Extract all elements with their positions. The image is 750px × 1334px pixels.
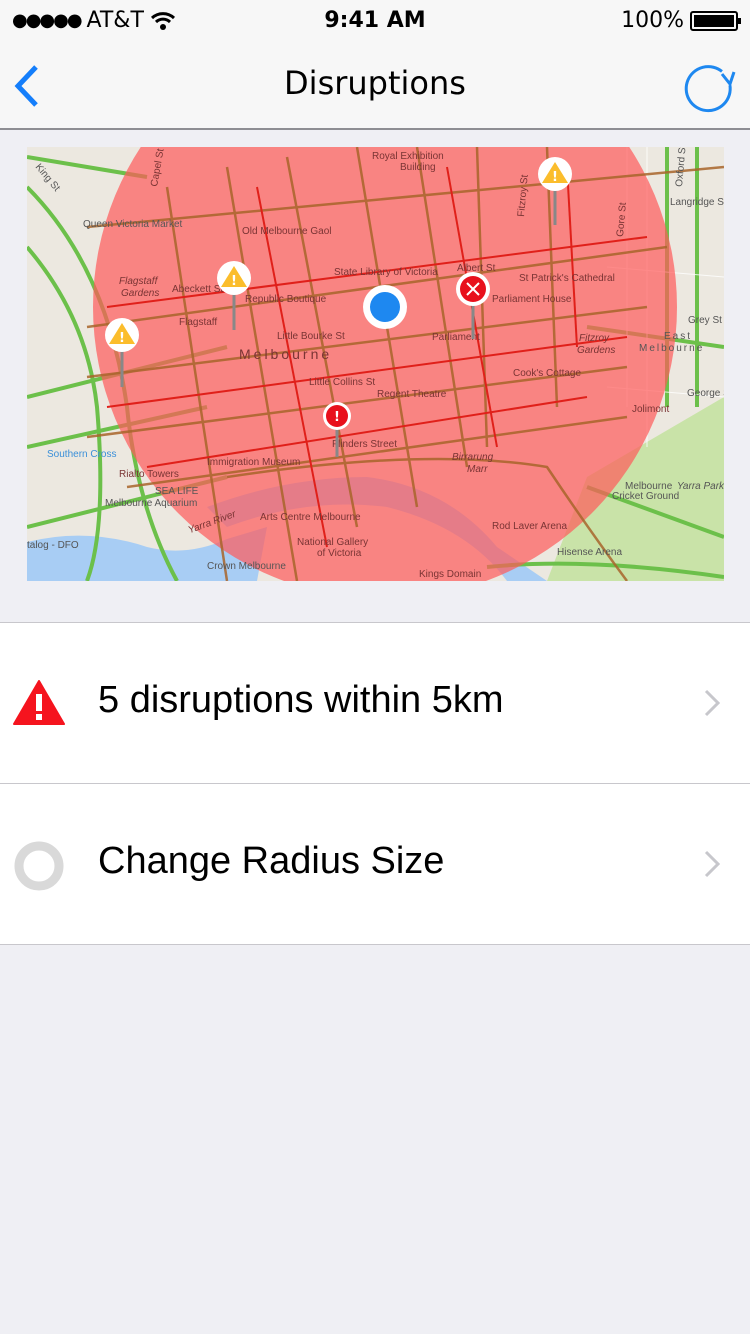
refresh-button[interactable] [682, 60, 736, 118]
map-label: Republic Boutique [245, 294, 327, 305]
map-label: Regent Theatre [377, 389, 447, 400]
map-label: Flagstaff [179, 317, 217, 328]
change-radius-label: Change Radius Size [98, 840, 445, 882]
map-label: Cricket Ground [612, 491, 679, 502]
map-label: Crown Melbourne [207, 561, 286, 572]
map-label: Rialto Towers [119, 469, 179, 480]
disruption-map[interactable]: Royal Exhibition Building Queen Victoria… [27, 147, 724, 581]
map-label: State Library of Victoria [334, 267, 438, 278]
svg-text:!: ! [334, 410, 340, 425]
map-label: Jolimont [632, 404, 669, 415]
map-label: Cook's Cottage [513, 368, 581, 379]
map-label: Gardens [577, 345, 615, 356]
battery-icon [690, 10, 741, 31]
map-label: Birrarung [452, 452, 494, 463]
user-location-marker [363, 285, 407, 329]
warning-triangle-icon [13, 680, 65, 725]
map-label: Building [400, 162, 436, 173]
map-label: Melbourne [239, 346, 332, 362]
map-label: Grey St [688, 315, 722, 326]
page-title: Disruptions [284, 64, 466, 102]
map-label: Old Melbourne Gaol [242, 226, 332, 237]
disruptions-summary: 5 disruptions within 5km [98, 679, 504, 721]
chevron-right-icon [704, 850, 720, 878]
navigation-bar: Disruptions [0, 40, 750, 130]
battery-info: 100% [621, 8, 741, 33]
map-label: St Patrick's Cathedral [519, 273, 615, 284]
map-label: Little Collins St [309, 377, 375, 388]
refresh-icon [684, 65, 736, 113]
map-label: Immigration Museum [207, 457, 300, 468]
map-label: East [664, 331, 692, 342]
circle-ring-icon [14, 841, 64, 891]
map-label: Little Bourke St [277, 331, 345, 342]
map-label: Royal Exhibition [372, 151, 444, 162]
status-bar: ●●●●● AT&T 9:41 AM 100% [0, 0, 750, 40]
chevron-right-icon [704, 689, 720, 717]
map-label: George St [687, 388, 724, 399]
map-label: talog - DFO [27, 540, 79, 551]
map-label: Abeckett St [172, 284, 223, 295]
battery-percent: 100% [621, 8, 684, 33]
map-label: Flagstaff [119, 276, 159, 287]
map-label: Flinders Street [332, 439, 397, 450]
map-label: Southern Cross [47, 449, 116, 460]
change-radius-row[interactable]: Change Radius Size [0, 784, 750, 945]
map-label: Parliament House [492, 294, 572, 305]
map-label: Fitzroy [579, 333, 610, 344]
map-label: SEA LIFE [155, 486, 199, 497]
map-label: of Victoria [317, 548, 362, 559]
svg-text:!: ! [119, 331, 125, 346]
svg-text:!: ! [552, 170, 558, 185]
map-label: Melbourne [639, 343, 704, 354]
map-label: Gardens [121, 288, 159, 299]
map-label: Hisense Arena [557, 547, 622, 558]
disruptions-row[interactable]: 5 disruptions within 5km [0, 622, 750, 784]
map-label: Marr [467, 464, 488, 475]
map-label: Queen Victoria Market [83, 219, 183, 230]
map-label: Langridge St [670, 197, 724, 208]
map-label: Yarra Park [677, 481, 724, 492]
svg-text:!: ! [231, 274, 237, 289]
map-label: Rod Laver Arena [492, 521, 567, 532]
map-label: National Gallery [297, 537, 368, 548]
map-label: Melbourne Aquarium [105, 498, 197, 509]
map-label: Kings Domain [419, 569, 481, 580]
map-label: Arts Centre Melbourne [260, 512, 361, 523]
